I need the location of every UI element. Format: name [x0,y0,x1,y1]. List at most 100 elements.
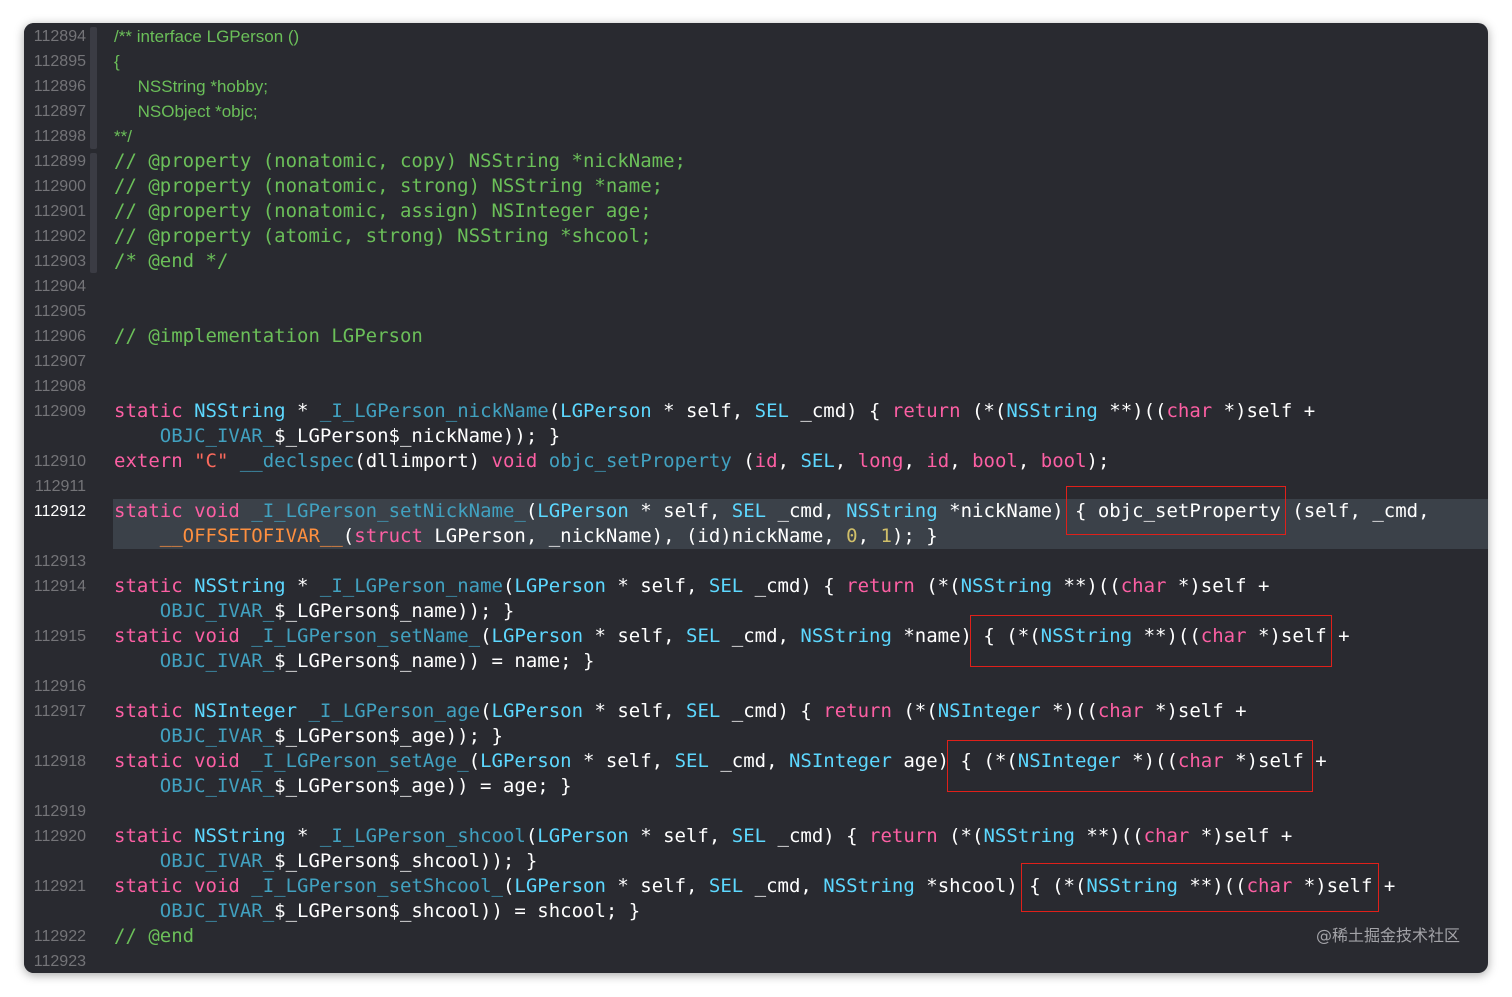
line-number[interactable]: 112906 [24,324,86,349]
line-number[interactable]: 112907 [24,349,86,374]
line-number[interactable]: 112895 [24,49,86,74]
line-number[interactable]: 112918 [24,749,86,774]
code-token: OBJC_IVAR_ [159,725,275,747]
code-line[interactable]: OBJC_IVAR_$_LGPerson$_shcool)) = shcool;… [114,899,640,924]
code-line[interactable]: extern "C" __declspec(dllimport) void ob… [114,449,1109,474]
code-token: * [285,825,320,847]
code-line[interactable]: NSString *hobby; [114,74,268,99]
code-token: void [491,450,538,472]
code-line[interactable]: // @property (atomic, strong) NSString *… [114,224,652,249]
code-token: , [949,450,973,472]
code-token: _I_LGPerson_name [319,575,503,597]
code-token: LGPerson [514,875,606,897]
line-number[interactable]: 112899 [24,149,86,174]
code-line[interactable]: OBJC_IVAR_$_LGPerson$_nickName)); } [114,424,560,449]
code-line[interactable]: static NSInteger _I_LGPerson_age(LGPerso… [114,699,1247,724]
code-token: _I_LGPerson_age [308,700,481,722]
line-number[interactable]: 112904 [24,274,86,299]
code-token: * self, [583,700,686,722]
code-token: **)(( [1052,575,1121,597]
line-number[interactable]: 112919 [24,799,86,824]
line-number[interactable]: 112915 [24,624,86,649]
line-number[interactable]: 112913 [24,549,86,574]
code-token: NSString [194,575,286,597]
line-number[interactable]: 112901 [24,199,86,224]
code-editor[interactable]: 112894 112895 112896 112897 112898 112899 1129… [24,23,1488,973]
line-number[interactable]: 112908 [24,374,86,399]
code-token: ( [502,575,515,597]
code-line[interactable]: { [114,49,120,74]
code-line[interactable]: static NSString * _I_LGPerson_name(LGPer… [114,574,1269,599]
line-number[interactable]: 112894 [24,24,86,49]
line-number[interactable]: 112902 [24,224,86,249]
code-line[interactable]: static NSString * _I_LGPerson_nickName(L… [114,399,1315,424]
line-number[interactable]: 112911 [24,474,86,499]
code-line[interactable]: // @property (nonatomic, copy) NSString … [114,149,686,174]
code-token: static [114,825,195,847]
code-line[interactable]: // @end [114,924,194,949]
code-token: * [285,575,320,597]
code-token: * self, [651,400,755,422]
code-token: SEL [708,875,744,897]
code-token: static [114,500,195,522]
code-token: void [194,625,240,647]
code-token: ( [502,875,515,897]
code-token: NSInteger [937,700,1041,722]
code-token: , [1017,450,1041,472]
code-line[interactable]: NSObject *objc; [114,99,258,124]
code-line[interactable]: // @property (nonatomic, assign) NSInteg… [114,199,652,224]
code-line[interactable]: // @implementation LGPerson [114,324,423,349]
code-line[interactable]: // @property (nonatomic, strong) NSStrin… [114,174,663,199]
line-number[interactable]: 112905 [24,299,86,324]
code-token: LGPerson [537,500,629,522]
line-number[interactable]: 112921 [24,874,86,899]
code-token: * self, [605,575,709,597]
line-number[interactable]: 112910 [24,449,86,474]
line-number[interactable]: 112900 [24,174,86,199]
line-number[interactable]: 112903 [24,249,86,274]
code-token: _I_LGPerson_nickName [319,400,549,422]
code-token: (*( [891,700,938,722]
line-number[interactable]: 112917 [24,699,86,724]
code-line[interactable]: /** interface LGPerson () [114,24,299,49]
line-number[interactable]: 112909 [24,399,86,424]
line-number[interactable]: 112922 [24,924,86,949]
line-number[interactable]: 112914 [24,574,86,599]
code-token: bool [1040,450,1087,472]
code-line[interactable]: static NSString * _I_LGPerson_shcool(LGP… [114,824,1292,849]
code-line[interactable]: __OFFSETOFIVAR__(struct LGPerson, _nickN… [114,524,938,549]
fold-ribbon[interactable] [90,27,97,149]
code-token: * self, [628,825,732,847]
code-line[interactable]: OBJC_IVAR_$_LGPerson$_age)); } [114,724,503,749]
line-number[interactable]: 112896 [24,74,86,99]
line-number[interactable]: 112897 [24,99,86,124]
line-number[interactable]: 112912 [24,499,86,524]
code-token: ); } [891,525,938,547]
code-token: static [114,700,195,722]
line-number[interactable]: 112898 [24,124,86,149]
code-token: NSString [960,575,1053,597]
fold-ribbon[interactable] [90,153,97,273]
code-line[interactable]: OBJC_IVAR_$_LGPerson$_shcool)); } [114,849,538,874]
line-number[interactable]: 112920 [24,824,86,849]
code-token: _cmd, [766,500,847,522]
line-number[interactable]: 112923 [24,949,86,973]
code-token: void [194,500,240,522]
code-token: ( [480,625,492,647]
code-token: ( [480,700,492,722]
code-line[interactable]: OBJC_IVAR_$_LGPerson$_age)) = age; } [114,774,572,799]
code-line[interactable]: OBJC_IVAR_$_LGPerson$_name)) = name; } [114,649,595,674]
line-number[interactable]: 112916 [24,674,86,699]
code-token: LGPerson [480,750,572,772]
code-token: , [903,450,927,472]
code-line[interactable]: /* @end */ [114,249,228,274]
code-line[interactable]: **/ [114,124,132,149]
code-token: NSInteger [194,700,298,722]
code-line[interactable]: OBJC_IVAR_$_LGPerson$_name)); } [114,599,515,624]
